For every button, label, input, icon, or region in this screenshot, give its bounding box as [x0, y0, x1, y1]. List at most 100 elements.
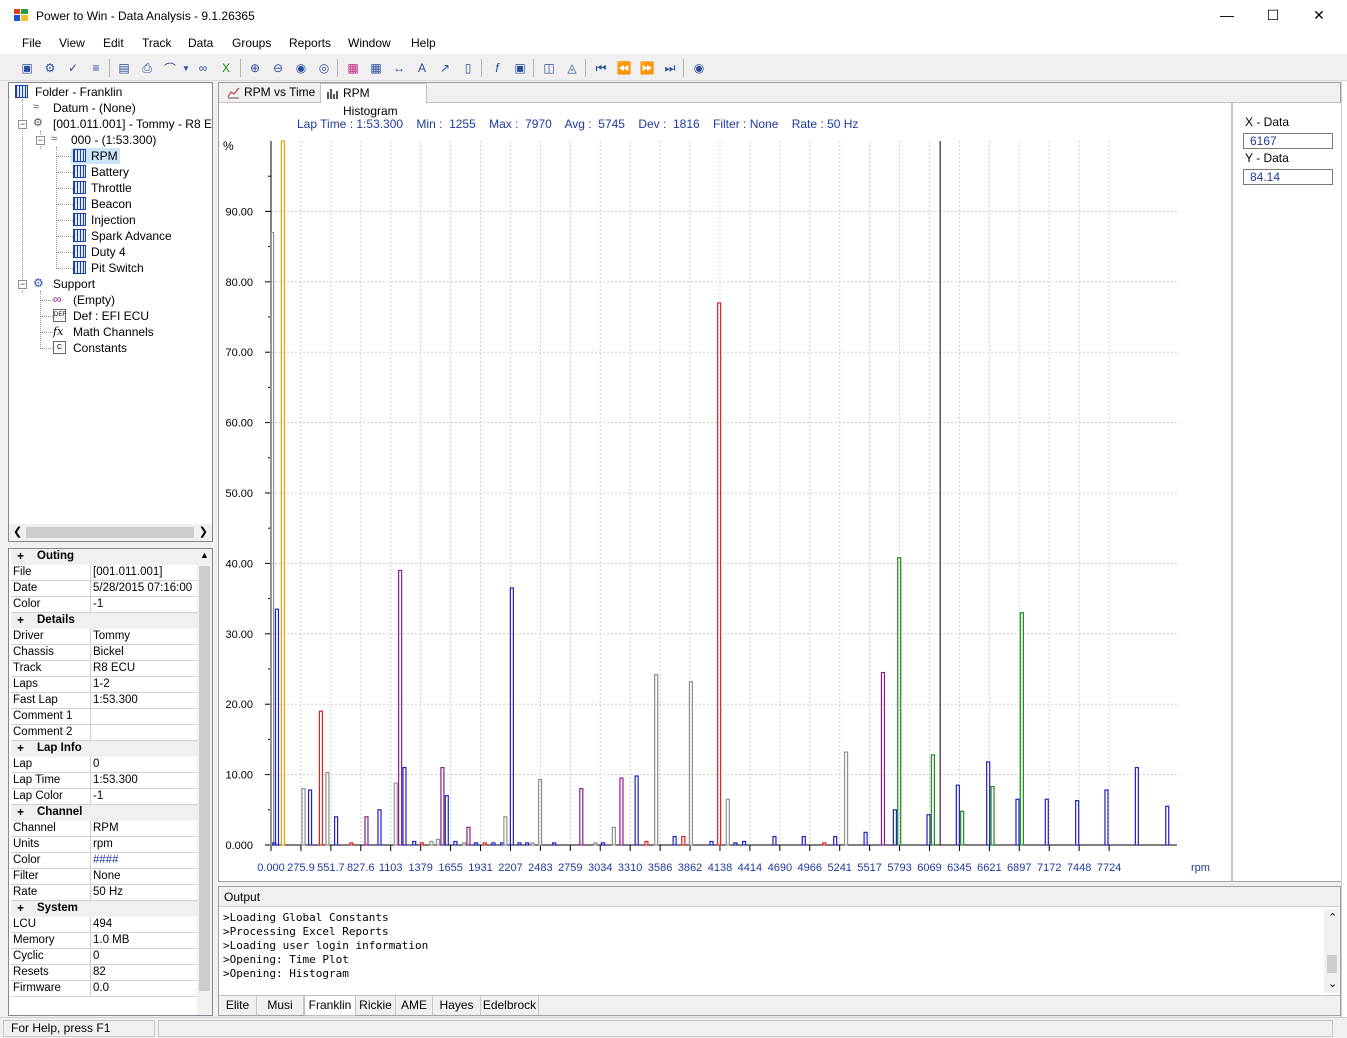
constant-icon[interactable]: ▣	[511, 59, 529, 77]
scroll-left-icon[interactable]: ❮	[13, 525, 22, 538]
dropdown-arrow-icon[interactable]: ▼	[181, 59, 191, 77]
property-row[interactable]: LCU 494	[11, 917, 197, 933]
tree-channel-duty-4[interactable]: Duty 4	[71, 244, 126, 260]
tree-channel-battery[interactable]: Battery	[71, 164, 129, 180]
property-row[interactable]: Resets 82	[11, 965, 197, 981]
tree-datum[interactable]: ≈ Datum - (None)	[31, 100, 136, 116]
property-scrollbar[interactable]: ▲	[197, 549, 212, 1015]
property-row[interactable]: Color -1	[11, 597, 197, 613]
output-tab-ame[interactable]: AME	[396, 996, 433, 1015]
property-category[interactable]: + System	[11, 901, 197, 917]
tree-support-constants[interactable]: C Constants	[51, 340, 127, 356]
scrollbar-thumb[interactable]	[199, 566, 210, 991]
tab-rpm-histogram[interactable]: RPM Histogram	[320, 83, 427, 118]
first-lap-icon[interactable]: ⏮	[592, 59, 610, 77]
menu-file[interactable]: File	[22, 36, 41, 50]
property-category[interactable]: + Details	[11, 613, 197, 629]
panel-left-icon[interactable]: ◫	[540, 59, 558, 77]
scroll-down-icon[interactable]: ⌄	[1328, 977, 1337, 990]
menu-view[interactable]: View	[59, 36, 85, 50]
tree-channel-beacon[interactable]: Beacon	[71, 196, 132, 212]
tree-horizontal-scrollbar[interactable]: ❮ ❯	[9, 524, 212, 541]
zoom-reset-icon[interactable]: ◎	[315, 59, 333, 77]
gear-icon[interactable]: ⚙	[41, 59, 59, 77]
property-row[interactable]: Color ####	[11, 853, 197, 869]
table-icon[interactable]: ▦	[367, 59, 385, 77]
property-row[interactable]: File [001.011.001]	[11, 565, 197, 581]
output-tab-franklin[interactable]: Franklin	[304, 996, 356, 1016]
property-row[interactable]: Chassis Bickel	[11, 645, 197, 661]
tree-support-math[interactable]: fx Math Channels	[51, 324, 154, 340]
tree-support-def[interactable]: DEF Def : EFI ECU	[51, 308, 149, 324]
text-icon[interactable]: A	[413, 59, 431, 77]
tree-channel-pit-switch[interactable]: Pit Switch	[71, 260, 144, 276]
expand-icon[interactable]: +	[17, 901, 24, 915]
output-tab-rickie[interactable]: Rickie	[356, 996, 396, 1015]
zoom-in-icon[interactable]: ⊕	[246, 59, 264, 77]
output-tab-hayes[interactable]: Hayes	[433, 996, 481, 1015]
property-row[interactable]: Memory 1.0 MB	[11, 933, 197, 949]
scroll-up-icon[interactable]: ⌃	[1328, 911, 1337, 924]
color-palette-icon[interactable]: ▦	[344, 59, 362, 77]
scroll-up-icon[interactable]: ▲	[200, 550, 209, 560]
tab-rpm-vs-time[interactable]: RPM vs Time	[222, 83, 317, 103]
output-scrollbar[interactable]: ⌃ ⌄	[1324, 909, 1340, 993]
report-icon[interactable]: ▤	[115, 59, 133, 77]
clipboard-icon[interactable]: ▯	[459, 59, 477, 77]
help-icon[interactable]: ◉	[690, 59, 708, 77]
tree-support-empty[interactable]: ∞ (Empty)	[51, 292, 115, 308]
function-icon[interactable]: f	[488, 59, 506, 77]
menu-window[interactable]: Window	[348, 36, 391, 50]
open-folder-icon[interactable]: ▣	[18, 59, 36, 77]
next-lap-icon[interactable]: ⏩	[638, 59, 656, 77]
property-row[interactable]: Date 5/28/2015 07:16:00	[11, 581, 197, 597]
expand-icon[interactable]: +	[17, 549, 24, 563]
menu-track[interactable]: Track	[142, 36, 172, 50]
minimize-button[interactable]: —	[1204, 0, 1250, 31]
lap-edit-icon[interactable]: ✓	[64, 59, 82, 77]
expand-icon[interactable]: +	[17, 805, 24, 819]
tree-lap[interactable]: ≈ 000 - (1:53.300)	[49, 132, 156, 148]
property-row[interactable]: Lap Color -1	[11, 789, 197, 805]
property-category[interactable]: + Lap Info	[11, 741, 197, 757]
menu-groups[interactable]: Groups	[232, 36, 271, 50]
chart-edit-icon[interactable]: ↗	[436, 59, 454, 77]
menu-help[interactable]: Help	[411, 36, 436, 50]
property-row[interactable]: Filter None	[11, 869, 197, 885]
tree-channel-throttle[interactable]: Throttle	[71, 180, 132, 196]
property-row[interactable]: Cyclic 0	[11, 949, 197, 965]
menu-reports[interactable]: Reports	[289, 36, 331, 50]
list-add-icon[interactable]: ≡	[87, 59, 105, 77]
range-icon[interactable]: ↔	[390, 59, 408, 77]
scrollbar-thumb[interactable]	[1327, 955, 1337, 973]
panel-right-icon[interactable]: ◬	[563, 59, 581, 77]
property-category[interactable]: + Outing	[11, 549, 197, 565]
zoom-fit-icon[interactable]: ◉	[292, 59, 310, 77]
tree-channel-rpm[interactable]: RPM	[71, 148, 120, 164]
graph-icon[interactable]: ⌒	[161, 59, 179, 77]
histogram-chart[interactable]: Lap Time : 1:53.300 Min : 1255 Max : 797…	[219, 103, 1231, 881]
expand-icon[interactable]: +	[17, 741, 24, 755]
expand-icon[interactable]: +	[17, 613, 24, 627]
tree-expand-toggle[interactable]: −	[36, 136, 45, 145]
tree-expand-toggle[interactable]: −	[18, 120, 27, 129]
property-category[interactable]: + Channel	[11, 805, 197, 821]
previous-lap-icon[interactable]: ⏪	[615, 59, 633, 77]
property-row[interactable]: Lap Time 1:53.300	[11, 773, 197, 789]
output-tab-elite[interactable]: Elite	[219, 996, 257, 1015]
menu-edit[interactable]: Edit	[103, 36, 124, 50]
excel-icon[interactable]: X	[217, 59, 235, 77]
print-icon[interactable]: ⎙	[138, 59, 156, 77]
scroll-right-icon[interactable]: ❯	[199, 525, 208, 538]
property-row[interactable]: Firmware 0.0	[11, 981, 197, 997]
property-row[interactable]: Driver Tommy	[11, 629, 197, 645]
property-row[interactable]: Track R8 ECU	[11, 661, 197, 677]
property-row[interactable]: Rate 50 Hz	[11, 885, 197, 901]
maximize-button[interactable]: ☐	[1250, 0, 1296, 31]
property-row[interactable]: Lap 0	[11, 757, 197, 773]
menu-data[interactable]: Data	[188, 36, 213, 50]
property-row[interactable]: Fast Lap 1:53.300	[11, 693, 197, 709]
link-icon[interactable]: ∞	[194, 59, 212, 77]
output-tab-musi[interactable]: Musi	[257, 996, 304, 1015]
zoom-out-icon[interactable]: ⊖	[269, 59, 287, 77]
